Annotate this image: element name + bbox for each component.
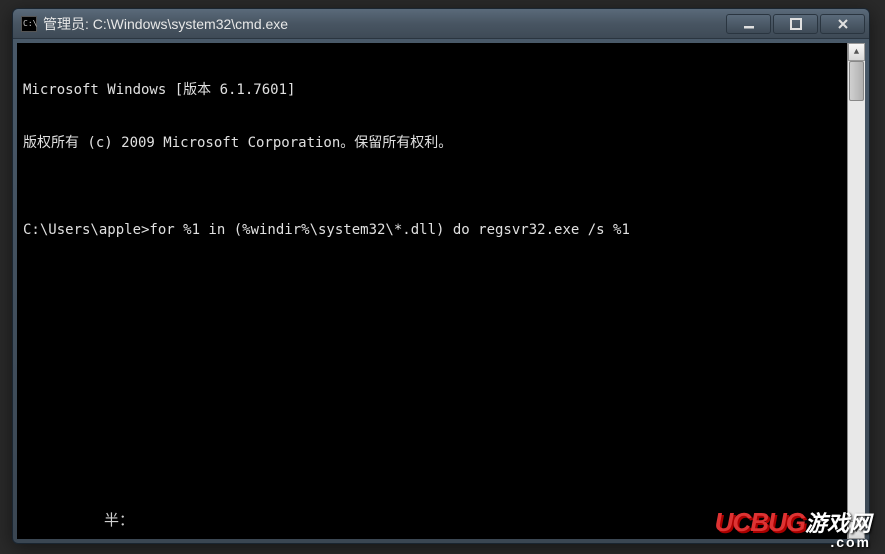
scroll-up-button[interactable]: ▲ [848, 43, 865, 61]
titlebar[interactable]: C:\ 管理员: C:\Windows\system32\cmd.exe [13, 9, 869, 39]
scroll-thumb[interactable] [849, 61, 864, 101]
minimize-button[interactable] [726, 14, 771, 34]
close-button[interactable] [820, 14, 865, 34]
window-controls [726, 14, 865, 34]
console-line: 版权所有 (c) 2009 Microsoft Corporation。保留所有… [23, 135, 841, 153]
maximize-button[interactable] [773, 14, 818, 34]
console-prompt: C:\Users\apple>for %1 in (%windir%\syste… [23, 222, 841, 240]
console-content[interactable]: Microsoft Windows [版本 6.1.7601] 版权所有 (c)… [17, 43, 847, 539]
maximize-icon [790, 18, 802, 30]
ime-status-label: 半： [104, 509, 134, 530]
console-line: Microsoft Windows [版本 6.1.7601] [23, 82, 841, 100]
console-area: Microsoft Windows [版本 6.1.7601] 版权所有 (c)… [17, 43, 865, 539]
scroll-track[interactable] [848, 61, 865, 521]
cmd-window: C:\ 管理员: C:\Windows\system32\cmd.exe [12, 8, 870, 544]
minimize-icon [743, 18, 755, 30]
vertical-scrollbar[interactable]: ▲ ▼ [847, 43, 865, 539]
window-title: 管理员: C:\Windows\system32\cmd.exe [43, 14, 726, 34]
scroll-down-button[interactable]: ▼ [848, 521, 865, 539]
close-icon [837, 18, 849, 30]
cmd-icon: C:\ [21, 16, 37, 32]
